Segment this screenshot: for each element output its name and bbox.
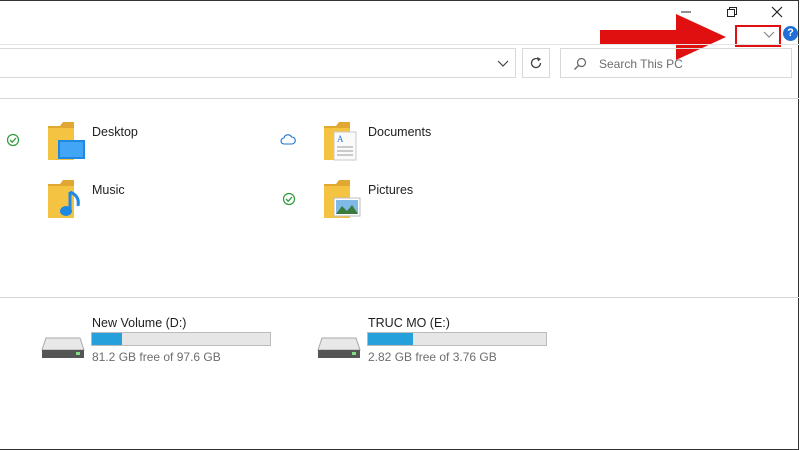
drive-label-e[interactable]: TRUC MO (E:) (368, 316, 450, 330)
search-box[interactable]: Search This PC (560, 48, 792, 78)
header-separator (0, 98, 799, 99)
synced-check-icon (6, 133, 20, 147)
refresh-button[interactable] (522, 48, 550, 78)
close-icon (771, 6, 783, 18)
folder-label-music[interactable]: Music (92, 183, 125, 197)
folder-label-documents[interactable]: Documents (368, 125, 431, 139)
expand-ribbon-button[interactable] (760, 27, 778, 43)
synced-check-icon (282, 192, 296, 206)
drive-e-usage-fill (368, 333, 413, 345)
close-button[interactable] (757, 0, 797, 24)
chevron-down-icon (763, 31, 775, 38)
desktop-folder-icon[interactable] (46, 120, 86, 162)
folder-label-pictures[interactable]: Pictures (368, 183, 413, 197)
ribbon-divider (0, 44, 799, 45)
drive-d-usage-bar (91, 332, 271, 346)
drive-e-free-text: 2.82 GB free of 3.76 GB (368, 350, 497, 364)
folder-label-desktop[interactable]: Desktop (92, 125, 138, 139)
help-icon: ? (787, 27, 794, 39)
music-folder-icon[interactable] (46, 178, 86, 220)
svg-text:A: A (337, 134, 344, 144)
refresh-icon (530, 57, 542, 69)
pictures-folder-icon[interactable] (322, 178, 362, 220)
documents-folder-icon[interactable]: A (322, 120, 362, 162)
drive-label-d[interactable]: New Volume (D:) (92, 316, 186, 330)
drive-d-usage-fill (92, 333, 122, 345)
drive-e-icon[interactable] (316, 334, 362, 360)
help-button[interactable]: ? (783, 26, 798, 41)
drive-e-usage-bar (367, 332, 547, 346)
devices-separator (0, 297, 799, 298)
search-icon (574, 57, 587, 70)
search-input[interactable]: Search This PC (599, 57, 683, 71)
cloud-icon (280, 134, 296, 145)
drive-d-icon[interactable] (40, 334, 86, 360)
address-bar[interactable] (0, 48, 516, 78)
address-history-chevron-icon[interactable] (497, 60, 509, 68)
drive-d-free-text: 81.2 GB free of 97.6 GB (92, 350, 221, 364)
